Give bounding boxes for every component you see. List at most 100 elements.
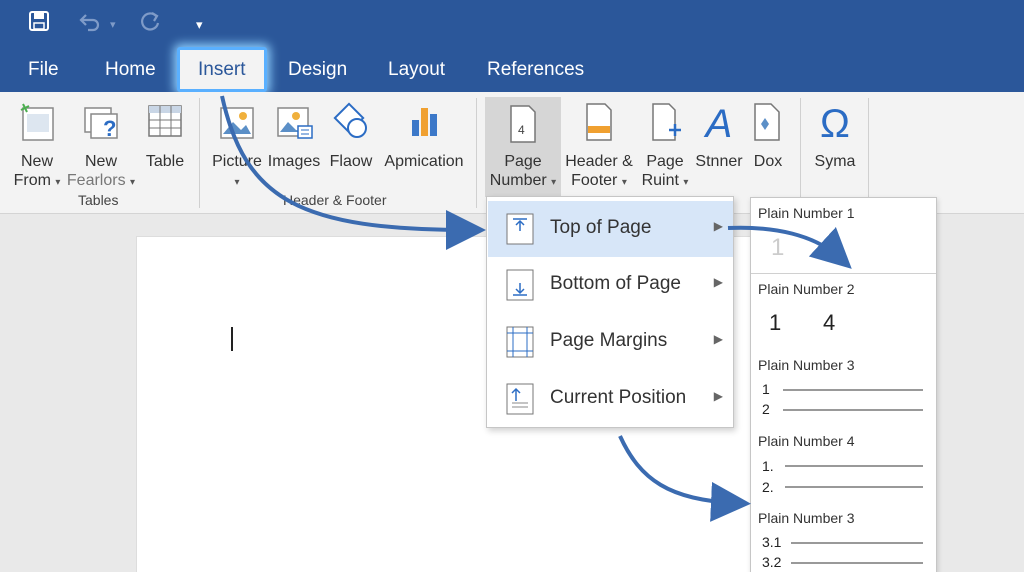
pictures-button[interactable]: Picture ▾ <box>208 100 266 192</box>
header-footer-icon <box>564 100 634 148</box>
new-from-button[interactable]: New From ▾ <box>10 100 64 192</box>
symbol-label: Syma <box>814 153 856 170</box>
page-number-gallery: Plain Number 1 1 2 Plain Number 2 1 4 Pl… <box>750 197 937 572</box>
online-images-icon <box>266 100 322 148</box>
gallery-preview-line <box>791 562 923 564</box>
new-template-icon: ? <box>66 100 136 148</box>
apmication-button[interactable]: Apmication <box>382 100 466 171</box>
undo-icon[interactable] <box>78 10 102 41</box>
ribbon-tabs: File Home Insert Design Layout Reference… <box>0 47 1024 92</box>
tab-design[interactable]: Design <box>288 50 347 92</box>
table-button[interactable]: Table <box>140 100 190 171</box>
group-divider <box>199 98 200 208</box>
tables-group-label: Tables <box>78 192 119 208</box>
pictures-label: Picture <box>212 153 262 170</box>
gallery-preview-line <box>783 389 923 391</box>
group-divider <box>800 98 801 208</box>
gallery-preview-line <box>783 409 923 411</box>
gallery-item-title: Plain Number 1 <box>758 205 855 221</box>
chevron-right-icon: ▶ <box>713 389 723 403</box>
chart-icon <box>382 100 466 148</box>
title-bar: ▾ ▾ <box>0 0 1024 50</box>
page-number-label-1: Page <box>504 153 542 170</box>
menu-item-label: Page Margins <box>550 330 668 351</box>
new-from-template-button[interactable]: ? New Fearlors ▾ <box>66 100 136 192</box>
menu-item-current-position[interactable]: Current Position ▶ <box>488 371 733 427</box>
images-button[interactable]: Images <box>266 100 322 171</box>
chevron-right-icon: ▶ <box>713 275 723 289</box>
menu-item-label: Current Position <box>550 387 687 408</box>
gallery-item-title: Plain Number 2 <box>758 281 855 297</box>
gallery-preview-number: 3.2 <box>762 554 782 570</box>
page-ruint-label-1: Page <box>646 153 684 170</box>
page-number-menu: Top of Page ▶ Bottom of Page ▶ Page Marg… <box>486 196 734 428</box>
gallery-preview-number: 1 <box>762 381 770 397</box>
customize-qat-icon[interactable]: ▾ <box>196 10 203 40</box>
gallery-preview-number: 2 <box>762 401 770 417</box>
chevron-down-icon: ▾ <box>130 177 136 188</box>
bottom-of-page-icon <box>506 269 534 301</box>
header-footer-label-1: Header & <box>565 153 633 170</box>
gallery-preview-number: 4 <box>823 310 836 335</box>
gallery-preview-number: 3.1 <box>762 534 782 550</box>
omega-icon: Ω <box>820 102 850 146</box>
apmication-label: Apmication <box>384 153 464 170</box>
menu-item-top-of-page[interactable]: Top of Page ▶ <box>488 201 733 257</box>
chevron-right-icon: ▶ <box>713 332 723 346</box>
flaow-label: Flaow <box>329 153 373 170</box>
gallery-preview-line <box>791 542 923 544</box>
text-cursor <box>231 327 233 351</box>
chevron-down-icon: ▾ <box>234 177 240 188</box>
gallery-preview-line <box>785 486 923 488</box>
chevron-right-icon: ▶ <box>713 219 723 233</box>
new-from-icon <box>10 100 64 148</box>
object-icon <box>748 100 788 148</box>
undo-dropdown-icon[interactable]: ▾ <box>110 10 116 40</box>
dox-button[interactable]: Dox <box>748 100 788 171</box>
chevron-down-icon: ▾ <box>55 177 61 188</box>
save-icon[interactable] <box>28 10 50 41</box>
page-number-icon: 4 <box>485 100 561 148</box>
menu-item-label: Top of Page <box>550 217 652 238</box>
header-footer-button[interactable]: Header & Footer ▾ <box>564 100 634 192</box>
gallery-preview-number: 1 <box>769 310 782 335</box>
header-footer-group-label: Header & Footer <box>283 192 387 208</box>
add-page-icon <box>638 100 692 148</box>
tab-references[interactable]: References <box>487 50 584 92</box>
header-footer-label-2: Footer <box>571 172 618 189</box>
gallery-item-title: Plain Number 4 <box>758 433 855 449</box>
top-of-page-icon <box>506 213 534 245</box>
menu-item-page-margins[interactable]: Page Margins ▶ <box>488 314 733 370</box>
table-label: Table <box>145 153 185 170</box>
menu-item-label: Bottom of Page <box>550 273 681 294</box>
page-number-label-2: Number <box>489 172 547 189</box>
menu-item-bottom-of-page[interactable]: Bottom of Page ▶ <box>488 257 733 313</box>
dox-label: Dox <box>753 153 783 170</box>
page-ruint-label-2: Ruint <box>641 172 679 189</box>
gallery-preview-number: 1 <box>771 234 785 261</box>
gallery-preview-number: 2 <box>825 234 839 261</box>
chevron-down-icon: ▾ <box>551 177 557 188</box>
stnner-button[interactable]: A Stnner <box>694 100 744 171</box>
group-divider <box>476 98 477 208</box>
chevron-down-icon: ▾ <box>683 177 689 188</box>
gallery-preview-number: 1. <box>762 458 774 474</box>
flaow-button[interactable]: Flaow <box>326 100 376 171</box>
shapes-icon <box>326 100 376 148</box>
tab-insert[interactable]: Insert <box>177 47 267 92</box>
tab-file[interactable]: File <box>28 50 59 92</box>
images-label: Images <box>267 153 321 170</box>
tab-home[interactable]: Home <box>105 50 156 92</box>
group-divider <box>868 98 869 208</box>
tab-layout[interactable]: Layout <box>388 50 445 92</box>
wordart-icon: A <box>705 102 733 146</box>
redo-icon[interactable] <box>140 10 162 41</box>
page-ruint-button[interactable]: Page Ruint ▾ <box>638 100 692 192</box>
new-template-label-2: Fearlors <box>66 172 126 189</box>
symbol-button[interactable]: Ω Syma <box>810 100 860 171</box>
gallery-item-title: Plain Number 3 <box>758 510 855 526</box>
svg-text:?: ? <box>103 116 116 141</box>
page-number-button[interactable]: 4 Page Number ▾ <box>485 97 561 197</box>
picture-icon <box>208 100 266 148</box>
chevron-down-icon: ▾ <box>621 177 627 188</box>
